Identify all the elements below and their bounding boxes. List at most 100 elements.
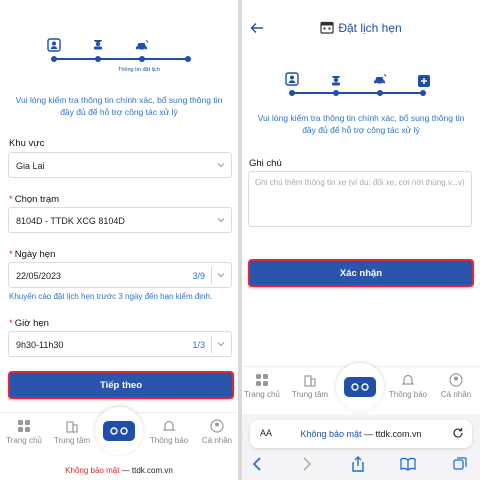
confirm-button[interactable]: Xác nhận: [248, 259, 474, 287]
tab-home[interactable]: Trang chủ: [242, 373, 286, 399]
tabs-icon[interactable]: [452, 456, 468, 472]
tab-profile[interactable]: Cá nhân: [193, 419, 238, 445]
back-icon[interactable]: [250, 456, 266, 472]
reload-icon[interactable]: [452, 427, 464, 439]
divider: [211, 267, 212, 284]
tab-label: Trung tâm: [291, 390, 329, 399]
tab-centers[interactable]: Trung tâm: [48, 419, 96, 445]
security-status: Không bảo mật: [300, 429, 362, 439]
stepper-dot: [139, 56, 145, 62]
tab-label: Thông báo: [149, 436, 189, 445]
forward-icon[interactable]: [298, 456, 314, 472]
booking-warning: Khuyến cáo đặt lịch hẹn trước 3 ngày đến…: [9, 292, 213, 301]
tab-label: Cá nhân: [440, 390, 472, 399]
note-textarea[interactable]: Ghi chú thêm thông tin xe (ví dụ: đổi xe…: [248, 171, 472, 227]
date-select[interactable]: 22/05/2023 3/9: [8, 262, 232, 288]
tab-label: Trang chủ: [6, 436, 42, 445]
browser-nav-icons: [242, 456, 480, 476]
tab-label: Thông báo: [388, 390, 428, 399]
stepper-track: [292, 92, 424, 94]
url-separator: —: [121, 466, 130, 475]
time-select[interactable]: 9h30-11h30 1/3: [8, 331, 232, 357]
bookmarks-icon[interactable]: [400, 456, 416, 472]
car-front-icon: [351, 383, 369, 391]
url-domain: ttdk.com.vn: [375, 429, 422, 439]
booking-step-panel: Thông tin đặt lịch Vui lòng kiểm tra thô…: [0, 0, 238, 480]
tab-label: Trung tâm: [53, 436, 91, 445]
browser-toolbar: AA Không bảo mật — ttdk.com.vn: [242, 414, 480, 480]
stepper-dot: [51, 56, 57, 62]
stepper-dot: [333, 90, 339, 96]
time-count: 1/3: [192, 340, 205, 350]
screenshot-composite: Thông tin đặt lịch Vui lòng kiểm tra thô…: [0, 0, 480, 480]
next-button[interactable]: Tiếp theo: [8, 371, 234, 399]
address-bar[interactable]: AA Không bảo mật — ttdk.com.vn: [250, 420, 472, 448]
grid-icon: [18, 420, 30, 432]
car-front-icon: [110, 427, 128, 435]
time-value: 9h30-11h30: [16, 340, 64, 350]
region-select[interactable]: Gia Lai: [8, 152, 232, 178]
url-separator: —: [364, 429, 374, 439]
center-scan-button[interactable]: [95, 407, 143, 455]
url-domain: ttdk.com.vn: [131, 466, 173, 475]
share-icon[interactable]: [350, 456, 366, 472]
chevron-down-icon: [217, 163, 225, 168]
bell-icon: [401, 374, 415, 385]
user-step-icon: [285, 72, 299, 86]
building-icon: [304, 375, 316, 387]
tab-label: Trang chủ: [244, 390, 280, 399]
station-label: * Chọn trạm: [9, 194, 60, 205]
car-step-icon: [135, 38, 149, 52]
station-value: 8104D - TTDK XCG 8104D: [16, 216, 125, 226]
region-value: Gia Lai: [16, 161, 45, 171]
time-label: * Giờ hẹn: [9, 318, 49, 329]
bell-icon: [162, 420, 176, 431]
calendar-icon: [320, 21, 334, 34]
progress-stepper: [242, 72, 480, 112]
plus-step-icon: [417, 74, 431, 88]
info-notice: Vui lòng kiểm tra thông tin chính xác, b…: [257, 113, 465, 135]
tab-centers[interactable]: Trung tâm: [286, 373, 334, 399]
note-placeholder: Ghi chú thêm thông tin xe (ví dụ: đổi xe…: [255, 178, 465, 187]
note-label: Ghi chú: [249, 158, 282, 169]
user-icon: [449, 373, 463, 387]
progress-stepper: Thông tin đặt lịch: [0, 36, 238, 76]
building-icon: [66, 421, 78, 433]
url-bar[interactable]: Không bảo mật — ttdk.com.vn: [0, 466, 238, 475]
step-caption: Thông tin đặt lịch: [118, 67, 160, 73]
bottom-tab-bar: Trang chủ Trung tâm Thông báo Cá nhân: [0, 407, 238, 460]
divider: [211, 336, 212, 353]
chevron-down-icon: [217, 342, 225, 347]
date-label: * Ngày hẹn: [9, 249, 56, 260]
region-label: Khu vực: [9, 138, 45, 149]
bottom-tab-bar: Trang chủ Trung tâm Thông báo Cá nhân: [242, 363, 480, 414]
user-step-icon: [47, 38, 61, 52]
page-title: Đặt lịch hẹn: [242, 20, 480, 35]
info-notice: Vui lòng kiểm tra thông tin chính xác, b…: [15, 95, 223, 117]
security-status: Không bảo mật: [65, 466, 120, 475]
tab-notifications[interactable]: Thông báo: [384, 373, 432, 399]
stepper-dot: [95, 56, 101, 62]
tab-notifications[interactable]: Thông báo: [145, 419, 193, 445]
tab-home[interactable]: Trang chủ: [0, 419, 48, 445]
chevron-down-icon: [217, 273, 225, 278]
inspector-step-icon: [329, 72, 343, 86]
booking-note-panel: Đặt lịch hẹn Vui lòng kiểm tra thông tin…: [242, 0, 480, 480]
user-icon: [210, 419, 224, 433]
tab-profile[interactable]: Cá nhân: [432, 373, 480, 399]
center-scan-button[interactable]: [336, 363, 384, 411]
car-step-icon: [373, 72, 387, 86]
date-value: 22/05/2023: [16, 271, 62, 281]
chevron-down-icon: [217, 218, 225, 223]
station-select[interactable]: 8104D - TTDK XCG 8104D: [8, 207, 232, 233]
tab-label: Cá nhân: [201, 436, 233, 445]
grid-icon: [256, 374, 268, 386]
stepper-dot: [377, 90, 383, 96]
inspector-step-icon: [91, 36, 105, 50]
stepper-dot: [420, 90, 426, 96]
stepper-dot: [185, 56, 191, 62]
address-text: Không bảo mật — ttdk.com.vn: [250, 429, 472, 439]
date-count: 3/9: [192, 271, 205, 281]
stepper-dot: [289, 90, 295, 96]
stepper-track: [54, 58, 188, 60]
